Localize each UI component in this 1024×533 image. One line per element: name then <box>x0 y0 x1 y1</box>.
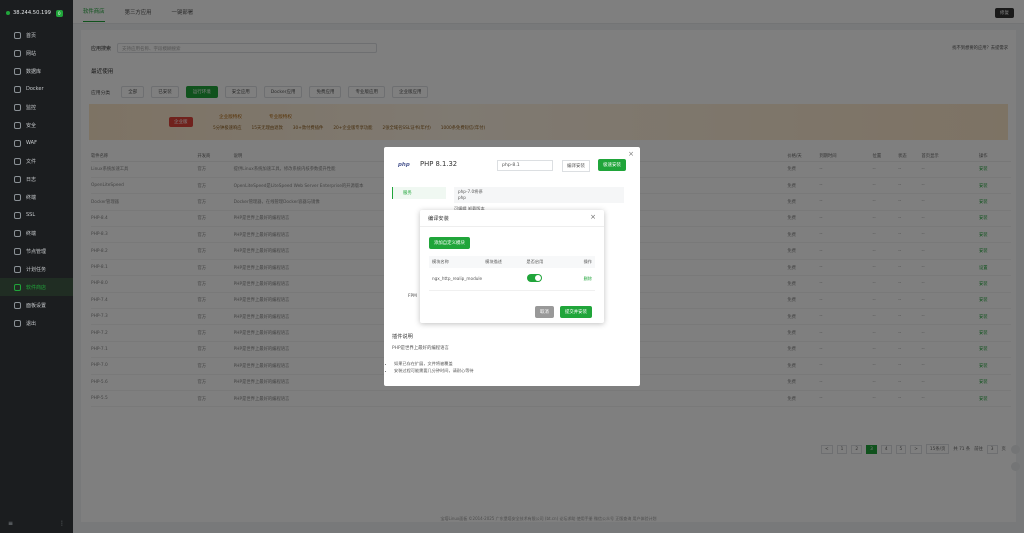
sidebar-item[interactable]: Docker <box>0 80 73 98</box>
menu-item-icon <box>14 157 21 165</box>
sidebar-item-label: 数据库 <box>26 68 42 75</box>
sidebar-item-label: 网站 <box>26 50 37 57</box>
sidebar: 38.244.50.199 0 首页网站数据库 Docker 监控安全 WAF 文件日志… <box>0 0 73 533</box>
menu-item-icon <box>14 139 21 147</box>
sidebar-item-label: 软件商店 <box>26 284 47 291</box>
close-icon[interactable]: × <box>590 213 596 221</box>
note-item: 安装过程可能需要几分钟时间，请耐心等待 <box>394 367 474 374</box>
menu-item-icon <box>14 301 21 309</box>
sidebar-item[interactable]: 节点管理 <box>0 242 73 260</box>
module-table: 模块名称 模块描述 是否启用 操作 ngx_http_realip_module… <box>429 256 595 291</box>
sidebar-item-label: 日志 <box>26 176 37 183</box>
server-header: 38.244.50.199 0 <box>0 0 73 26</box>
sidebar-item[interactable]: 软件商店 <box>0 278 73 296</box>
php-info-box: php-7.0将停 php <box>454 187 624 203</box>
menu-item-icon <box>14 247 21 255</box>
sidebar-item[interactable]: 退出 <box>0 314 73 332</box>
menu-icon[interactable]: ⋮ <box>59 520 65 527</box>
sidebar-item[interactable]: 终端 <box>0 188 73 206</box>
fpm-label: FPM <box>408 294 417 299</box>
module-name: ngx_http_realip_module <box>429 268 483 291</box>
sidebar-footer: ≡ ⋮ <box>8 520 65 527</box>
sidebar-item-label: 计划任务 <box>26 266 47 273</box>
menu-item-icon <box>14 229 21 237</box>
cancel-button[interactable]: 取消 <box>535 306 554 318</box>
compile-dialog-title: 编译安装 <box>420 210 604 227</box>
menu-item-icon <box>14 211 21 219</box>
menu-item-icon <box>14 265 21 273</box>
sidebar-item[interactable]: WAF <box>0 134 73 152</box>
notes-subtitle: PHP是世界上最好的编程语言 <box>392 346 449 351</box>
alert-badge[interactable]: 0 <box>55 9 63 17</box>
menu-item-icon <box>14 121 21 129</box>
sidebar-item[interactable]: 数据库 <box>0 62 73 80</box>
sidebar-item-label: 面板设置 <box>26 302 47 309</box>
side-item-service[interactable]: 服务 <box>392 187 446 199</box>
sidebar-item[interactable]: 计划任务 <box>0 260 73 278</box>
sidebar-item-label: 终端 <box>26 230 37 237</box>
php-logo-icon: php <box>398 162 410 168</box>
note-item: 如果已存在扩展，文件将被覆盖 <box>394 360 474 367</box>
menu-item-icon <box>14 49 21 57</box>
sidebar-item-label: 文件 <box>26 158 37 165</box>
sidebar-item[interactable]: 网站 <box>0 44 73 62</box>
compile-install-button[interactable]: 编译安装 <box>562 160 590 172</box>
menu-item-icon <box>14 283 21 291</box>
submit-install-button[interactable]: 提交并安装 <box>560 306 592 318</box>
delete-link[interactable]: 删除 <box>584 276 592 281</box>
enable-toggle[interactable] <box>526 274 542 283</box>
quick-install-button[interactable]: 极速安装 <box>598 159 626 171</box>
menu-item-icon <box>14 319 21 327</box>
collapse-icon[interactable]: ≡ <box>8 520 13 527</box>
sidebar-item[interactable]: SSL <box>0 206 73 224</box>
sidebar-item-label: 终端 <box>26 194 37 201</box>
col-enabled: 是否启用 <box>523 256 565 268</box>
sidebar-item-label: 退出 <box>26 320 37 327</box>
info-line: php <box>458 195 466 200</box>
notes-title: 插件说明 <box>392 334 413 340</box>
menu-item-icon <box>14 193 21 201</box>
server-ip: 38.244.50.199 <box>13 10 51 16</box>
col-module-desc: 模块描述 <box>482 256 524 268</box>
sidebar-item-label: 安全 <box>26 122 37 129</box>
close-icon[interactable]: × <box>628 150 634 158</box>
sidebar-item-label: WAF <box>26 140 37 146</box>
col-module-name: 模块名称 <box>429 256 483 268</box>
php-side-menu: 服务 <box>392 187 446 199</box>
sidebar-item[interactable]: 终端 <box>0 224 73 242</box>
compile-dialog: 编译安装 × 添加自定义模块 模块名称 模块描述 是否启用 操作 ngx_htt… <box>420 210 604 323</box>
menu-item-icon <box>14 67 21 75</box>
version-select[interactable]: php-8.1 <box>497 160 553 171</box>
sidebar-item[interactable]: 首页 <box>0 26 73 44</box>
sidebar-item[interactable]: 文件 <box>0 152 73 170</box>
menu-item-icon <box>14 175 21 183</box>
php-dialog-title: PHP 8.1.32 <box>420 160 458 168</box>
notes-list: 如果已存在扩展，文件将被覆盖 安装过程可能需要几分钟时间，请耐心等待 <box>394 360 474 374</box>
sidebar-item[interactable]: 监控 <box>0 98 73 116</box>
module-enabled <box>523 268 565 291</box>
table-row: ngx_http_realip_module 删除 <box>429 268 595 291</box>
col-actions: 操作 <box>564 256 595 268</box>
sidebar-item[interactable]: 面板设置 <box>0 296 73 314</box>
sidebar-item-label: 节点管理 <box>26 248 47 255</box>
sidebar-item-label: 首页 <box>26 32 37 39</box>
add-custom-module-button[interactable]: 添加自定义模块 <box>429 237 470 249</box>
menu-item-icon <box>14 85 21 93</box>
sidebar-item[interactable]: 安全 <box>0 116 73 134</box>
sidebar-item-label: SSL <box>26 212 36 218</box>
menu-item-icon <box>14 31 21 39</box>
module-desc <box>482 268 524 291</box>
status-dot-icon <box>6 11 10 15</box>
sidebar-item-label: Docker <box>26 86 44 92</box>
menu-item-icon <box>14 103 21 111</box>
sidebar-item-label: 监控 <box>26 104 37 111</box>
sidebar-item[interactable]: 日志 <box>0 170 73 188</box>
